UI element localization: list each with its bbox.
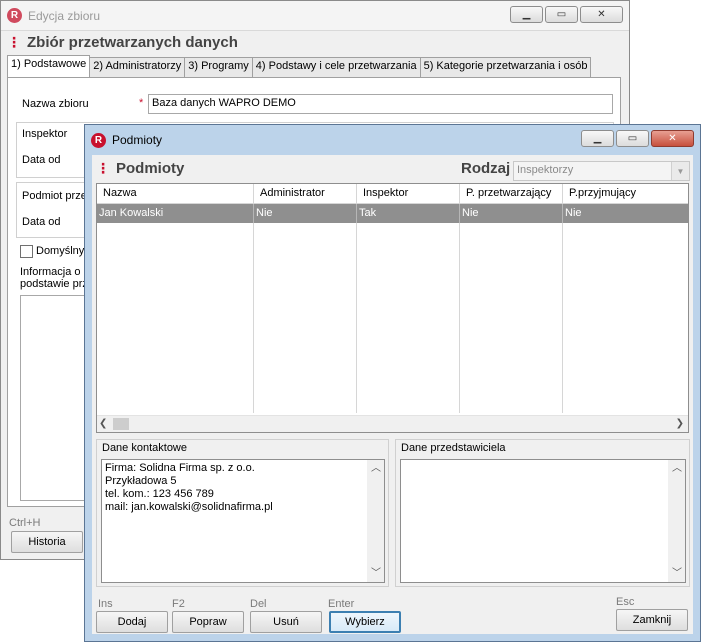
scroll-down-icon[interactable]: ﹀ [371, 567, 381, 580]
column-header-p-przetwarzajacy[interactable]: P. przetwarzający [460, 184, 563, 204]
nazwa-zbioru-label: Nazwa zbioru [22, 98, 89, 110]
dane-kontaktowe-panel: Dane kontaktowe Firma: Solidna Firma sp.… [96, 439, 389, 587]
cell-p-przyjmujacy: Nie [565, 207, 582, 219]
app-logo-icon: R [7, 8, 22, 23]
cell-p-przetwarzajacy: Nie [460, 204, 563, 223]
vertical-scrollbar[interactable]: ︿ ﹀ [367, 460, 384, 582]
dialog-title: Podmioty [112, 133, 163, 147]
popraw-button[interactable]: Popraw [172, 611, 244, 633]
app-logo-icon: R [91, 132, 106, 148]
rodzaj-select[interactable]: Inspektorzy ▼ [513, 161, 690, 181]
column-header-administrator[interactable]: Administrator [254, 184, 357, 204]
data-od-label: Data od [22, 154, 61, 166]
tab-podstawowe[interactable]: 1) Podstawowe [7, 55, 91, 77]
dane-kontaktowe-label: Dane kontaktowe [102, 442, 187, 454]
dialog-header: ⋮ Podmioty [96, 157, 184, 179]
tab-programy[interactable]: 3) Programy [184, 57, 253, 77]
cell-inspektor: Tak [357, 204, 460, 223]
historia-button[interactable]: Historia [11, 531, 83, 553]
minimize-button[interactable]: ▁ [510, 6, 543, 23]
column-divider [253, 223, 254, 413]
podmioty-dialog: R Podmioty ▁ ▭ ✕ ⋮ Podmioty Rodzaj Inspe… [84, 124, 701, 642]
data-od-label-2: Data od [22, 216, 61, 228]
tab-kategorie[interactable]: 5) Kategorie przetwarzania i osób [419, 57, 592, 77]
dialog-header-text: Podmioty [116, 159, 185, 177]
scroll-left-icon[interactable]: ❮ [99, 418, 107, 429]
close-button[interactable]: ✕ [580, 6, 623, 23]
chevron-down-icon[interactable]: ▼ [671, 162, 689, 180]
cell-nazwa: Jan Kowalski [97, 204, 254, 223]
tab-administratorzy[interactable]: 2) Administratorzy [89, 57, 186, 77]
usun-hotkey: Del [250, 598, 267, 610]
contact-line: tel. kom.: 123 456 789 [105, 488, 214, 500]
usun-button[interactable]: Usuń [250, 611, 322, 633]
podmiot-label: Podmiot prze [22, 190, 87, 202]
header-marker-icon: ⋮ [96, 159, 110, 176]
informacja-label: Informacja o u [20, 266, 90, 278]
title-bar: R Edycja zbioru ▁ ▭ ✕ [1, 1, 629, 31]
dialog-body: ⋮ Podmioty Rodzaj Inspektorzy ▼ Nazwa Ad… [92, 155, 693, 634]
wybierz-button[interactable]: Wybierz [329, 611, 401, 633]
dialog-title-bar: R Podmioty ▁ ▭ ✕ [85, 125, 700, 155]
inspektor-label: Inspektor [22, 128, 68, 140]
table-row[interactable]: Jan Kowalski Nie Tak Nie Nie [97, 204, 688, 223]
domyslny-label: Domyślny [36, 245, 85, 257]
scroll-up-icon[interactable]: ︿ [371, 462, 381, 475]
nazwa-zbioru-input[interactable]: Baza danych WAPRO DEMO [148, 94, 613, 114]
scroll-up-icon[interactable]: ︿ [672, 462, 682, 475]
popraw-hotkey: F2 [172, 598, 185, 610]
dodaj-hotkey: Ins [98, 598, 113, 610]
zamknij-hotkey: Esc [616, 596, 635, 608]
maximize-button[interactable]: ▭ [545, 6, 578, 23]
header-marker-icon: ⋮ [7, 33, 21, 50]
section-header-text: Zbiór przetwarzanych danych [27, 33, 238, 51]
dialog-close-button[interactable]: ✕ [651, 130, 694, 147]
dialog-minimize-button[interactable]: ▁ [581, 130, 614, 147]
domyslny-checkbox[interactable] [20, 245, 33, 258]
column-divider [356, 223, 357, 413]
contact-line: mail: jan.kowalski@solidnafirma.pl [105, 501, 273, 513]
tab-bar: 1) Podstawowe 2) Administratorzy 3) Prog… [7, 55, 592, 77]
column-header-inspektor[interactable]: Inspektor [357, 184, 460, 204]
contact-line: Przykładowa 5 [105, 475, 177, 487]
scroll-right-icon[interactable]: ❯ [676, 418, 684, 429]
rodzaj-label: Rodzaj [461, 159, 511, 177]
dane-przedstawiciela-label: Dane przedstawiciela [401, 442, 506, 454]
vertical-scrollbar[interactable]: ︿ ﹀ [668, 460, 685, 582]
window-title: Edycja zbioru [28, 8, 101, 23]
section-header: ⋮ Zbiór przetwarzanych danych [7, 31, 238, 53]
close-icon: ✕ [668, 133, 677, 144]
column-divider [562, 223, 563, 413]
rodzaj-value: Inspektorzy [517, 164, 574, 176]
column-header-p-przyjmujacy[interactable]: P.przyjmujący [563, 184, 688, 204]
maximize-icon: ▭ [556, 9, 567, 20]
maximize-icon: ▭ [627, 133, 638, 144]
column-header-nazwa[interactable]: Nazwa [97, 184, 254, 204]
required-marker: * [139, 97, 144, 109]
wybierz-hotkey: Enter [328, 598, 355, 610]
column-divider [459, 223, 460, 413]
informacja-label-2: podstawie prze [20, 278, 94, 290]
minimize-icon: ▁ [593, 133, 602, 144]
dane-przedstawiciela-memo[interactable]: ︿ ﹀ [400, 459, 686, 583]
historia-hotkey: Ctrl+H [9, 517, 41, 529]
minimize-icon: ▁ [522, 9, 531, 20]
podmioty-table: Nazwa Administrator Inspektor P. przetwa… [96, 183, 689, 433]
horizontal-scrollbar[interactable]: ❮ ❯ [97, 415, 688, 432]
cell-administrator: Nie [254, 204, 357, 223]
scroll-down-icon[interactable]: ﹀ [672, 567, 682, 580]
dane-przedstawiciela-panel: Dane przedstawiciela ︿ ﹀ [395, 439, 690, 587]
scrollbar-thumb[interactable] [113, 418, 129, 430]
tab-podstawy[interactable]: 4) Podstawy i cele przetwarzania [251, 57, 421, 77]
close-icon: ✕ [597, 9, 606, 20]
zamknij-button[interactable]: Zamknij [616, 609, 688, 631]
dialog-maximize-button[interactable]: ▭ [616, 130, 649, 147]
dodaj-button[interactable]: Dodaj [96, 611, 168, 633]
contact-line: Firma: Solidna Firma sp. z o.o. [105, 462, 255, 474]
table-header: Nazwa Administrator Inspektor P. przetwa… [97, 184, 688, 204]
dane-kontaktowe-memo[interactable]: Firma: Solidna Firma sp. z o.o. Przykład… [101, 459, 385, 583]
